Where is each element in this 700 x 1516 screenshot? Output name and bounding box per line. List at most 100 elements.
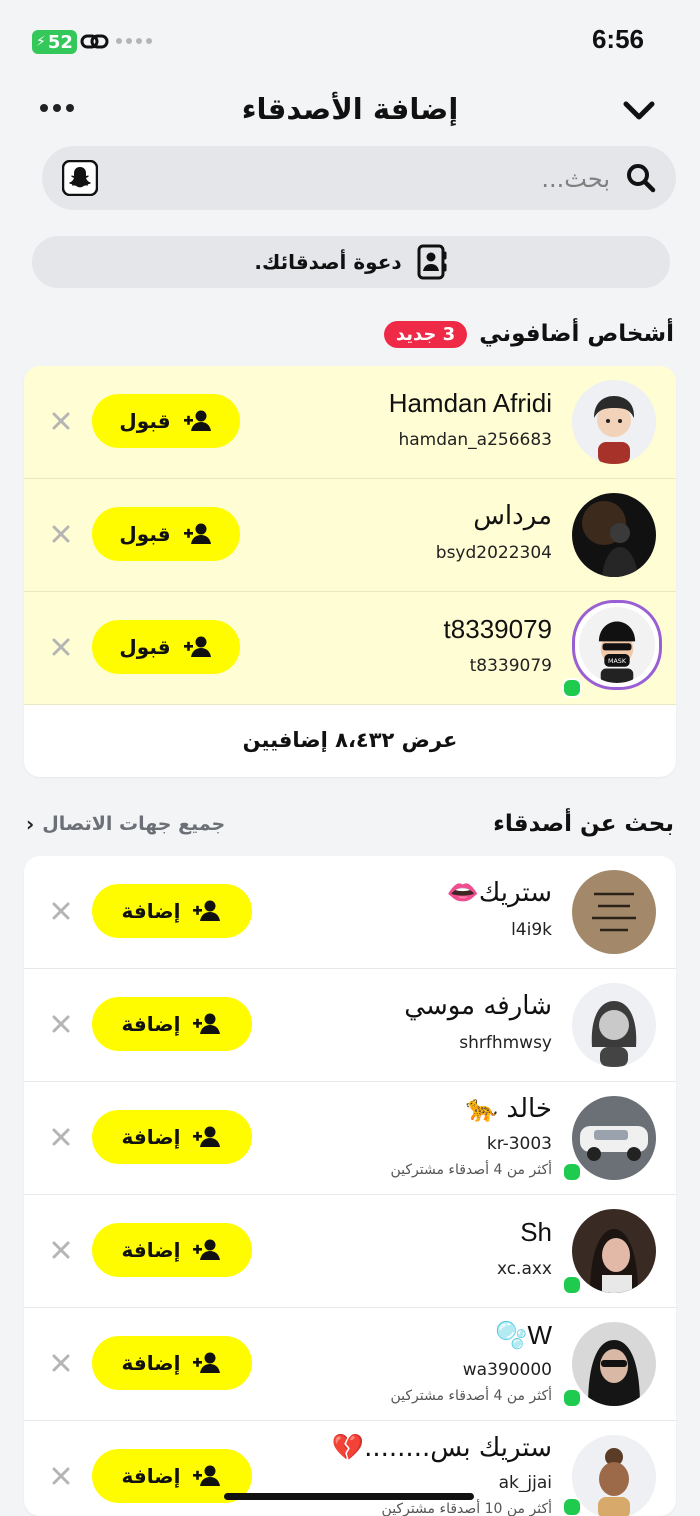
mutual-friends: أكثر من 4 أصدقاء مشتركين: [390, 1162, 552, 1178]
display-name: ستريك👄: [446, 878, 553, 908]
home-indicator[interactable]: [224, 1493, 474, 1500]
add-friend-icon: [193, 1465, 221, 1486]
online-status-dot: [562, 1162, 582, 1182]
username: hamdan_a256683: [398, 430, 552, 450]
all-contacts-label: جميع جهات الاتصال: [42, 813, 226, 835]
add-button[interactable]: إضافة: [92, 1336, 252, 1390]
username: kr-3003: [486, 1134, 552, 1154]
username: shrfhmwsy: [459, 1033, 552, 1053]
add-button[interactable]: إضافة: [92, 997, 252, 1051]
avatar[interactable]: [572, 1096, 656, 1180]
section-title: بحث عن أصدقاء: [493, 811, 674, 837]
display-name: خالد 🐆: [465, 1094, 552, 1124]
online-status-dot: [562, 1497, 582, 1516]
avatar[interactable]: [572, 1322, 656, 1406]
battery-level: 52: [47, 31, 73, 53]
add-friend-icon: [183, 636, 211, 657]
close-icon[interactable]: [52, 1128, 70, 1146]
accept-button[interactable]: قبول: [92, 620, 240, 674]
close-icon[interactable]: [52, 638, 70, 656]
display-name: Hamdan Afridi: [388, 388, 552, 418]
display-name: t8339079: [443, 614, 552, 644]
display-name: Sh: [520, 1217, 552, 1247]
request-row[interactable]: MASK t8339079 t8339079 قبول: [24, 592, 676, 705]
online-status-dot: [562, 1388, 582, 1408]
contacts-book-icon: [417, 244, 447, 280]
add-label: إضافة: [121, 1351, 181, 1375]
suggestion-row[interactable]: Sh xc.axx إضافة: [24, 1195, 676, 1308]
add-friend-icon: [183, 410, 211, 431]
accept-button[interactable]: قبول: [92, 394, 240, 448]
online-status-dot: [562, 1275, 582, 1295]
avatar[interactable]: [572, 870, 656, 954]
add-label: إضافة: [121, 1125, 181, 1149]
search-bar: [42, 146, 676, 210]
avatar[interactable]: MASK: [572, 600, 662, 690]
link-icon: [80, 34, 109, 49]
search-icon: [627, 164, 656, 193]
online-status-dot: [562, 678, 582, 698]
charging-bolt-icon: ⚡: [36, 34, 46, 50]
status-bar: ⚡ 52 6:56: [0, 0, 700, 80]
avatar[interactable]: [572, 380, 656, 464]
add-button[interactable]: إضافة: [92, 1223, 252, 1277]
request-row[interactable]: مرداس bsyd2022304 قبول: [24, 479, 676, 592]
chevron-left-icon: ‹: [26, 812, 35, 836]
display-name: ستريك بس........💔: [331, 1433, 552, 1463]
suggestion-row[interactable]: ستريك بس........💔 ak_jjai أكثر من 10 أصد…: [24, 1421, 676, 1516]
close-icon[interactable]: [52, 525, 70, 543]
add-friend-icon: [183, 523, 211, 544]
username: ak_jjai: [498, 1473, 552, 1493]
view-more-button[interactable]: عرض ٨،٤٣٢ إضافيين: [24, 705, 676, 775]
close-icon[interactable]: [52, 1467, 70, 1485]
close-icon[interactable]: [52, 412, 70, 430]
suggestion-row[interactable]: شارفه موسي shrfhmwsy إضافة: [24, 969, 676, 1082]
chevron-down-icon[interactable]: [622, 96, 656, 126]
svg-text:MASK: MASK: [608, 658, 627, 665]
snapcode-icon[interactable]: [62, 160, 98, 196]
all-contacts-link[interactable]: جميع جهات الاتصال ‹: [26, 812, 225, 836]
avatar[interactable]: [572, 493, 656, 577]
invite-label: دعوة أصدقائك.: [254, 250, 402, 274]
avatar[interactable]: [572, 983, 656, 1067]
add-friend-icon: [193, 900, 221, 921]
find-friends-header: بحث عن أصدقاء جميع جهات الاتصال ‹: [26, 804, 674, 844]
add-friend-icon: [193, 1239, 221, 1260]
suggestion-row[interactable]: خالد 🐆 kr-3003 أكثر من 4 أصدقاء مشتركين …: [24, 1082, 676, 1195]
avatar[interactable]: [572, 1435, 656, 1516]
mutual-friends: أكثر من 4 أصدقاء مشتركين: [390, 1388, 552, 1404]
close-icon[interactable]: [52, 1354, 70, 1372]
added-me-header: أشخاص أضافوني 3 جديد: [26, 314, 674, 354]
suggestion-row[interactable]: W🫧 wa390000 أكثر من 4 أصدقاء مشتركين إضا…: [24, 1308, 676, 1421]
page-title: إضافة الأصدقاء: [241, 92, 459, 126]
accept-label: قبول: [119, 635, 171, 659]
battery-indicator: ⚡ 52: [32, 30, 77, 54]
close-icon[interactable]: [52, 1015, 70, 1033]
mutual-friends: أكثر من 10 أصدقاء مشتركين: [381, 1501, 552, 1516]
section-title: أشخاص أضافوني: [479, 321, 674, 347]
username: t8339079: [469, 656, 552, 676]
add-button[interactable]: إضافة: [92, 1110, 252, 1164]
status-time: 6:56: [591, 24, 644, 54]
add-label: إضافة: [121, 899, 181, 923]
accept-button[interactable]: قبول: [92, 507, 240, 561]
search-input[interactable]: [128, 156, 612, 202]
avatar[interactable]: [572, 1209, 656, 1293]
suggestion-row[interactable]: ستريك👄 l4i9k إضافة: [24, 856, 676, 969]
username: xc.axx: [496, 1259, 552, 1279]
close-icon[interactable]: [52, 1241, 70, 1259]
display-name: مرداس: [473, 501, 552, 531]
invite-friends-button[interactable]: دعوة أصدقائك.: [32, 236, 670, 288]
request-row[interactable]: Hamdan Afridi hamdan_a256683 قبول: [24, 366, 676, 479]
add-friend-icon: [193, 1126, 221, 1147]
friend-requests-card: Hamdan Afridi hamdan_a256683 قبول مرداس …: [24, 366, 676, 777]
signal-dots-icon: [116, 38, 152, 44]
close-icon[interactable]: [52, 902, 70, 920]
add-friend-icon: [193, 1013, 221, 1034]
add-button[interactable]: إضافة: [92, 884, 252, 938]
add-label: إضافة: [121, 1238, 181, 1262]
username: wa390000: [462, 1360, 552, 1380]
header: إضافة الأصدقاء: [0, 84, 700, 136]
username: bsyd2022304: [435, 543, 552, 563]
add-friend-icon: [193, 1352, 221, 1373]
